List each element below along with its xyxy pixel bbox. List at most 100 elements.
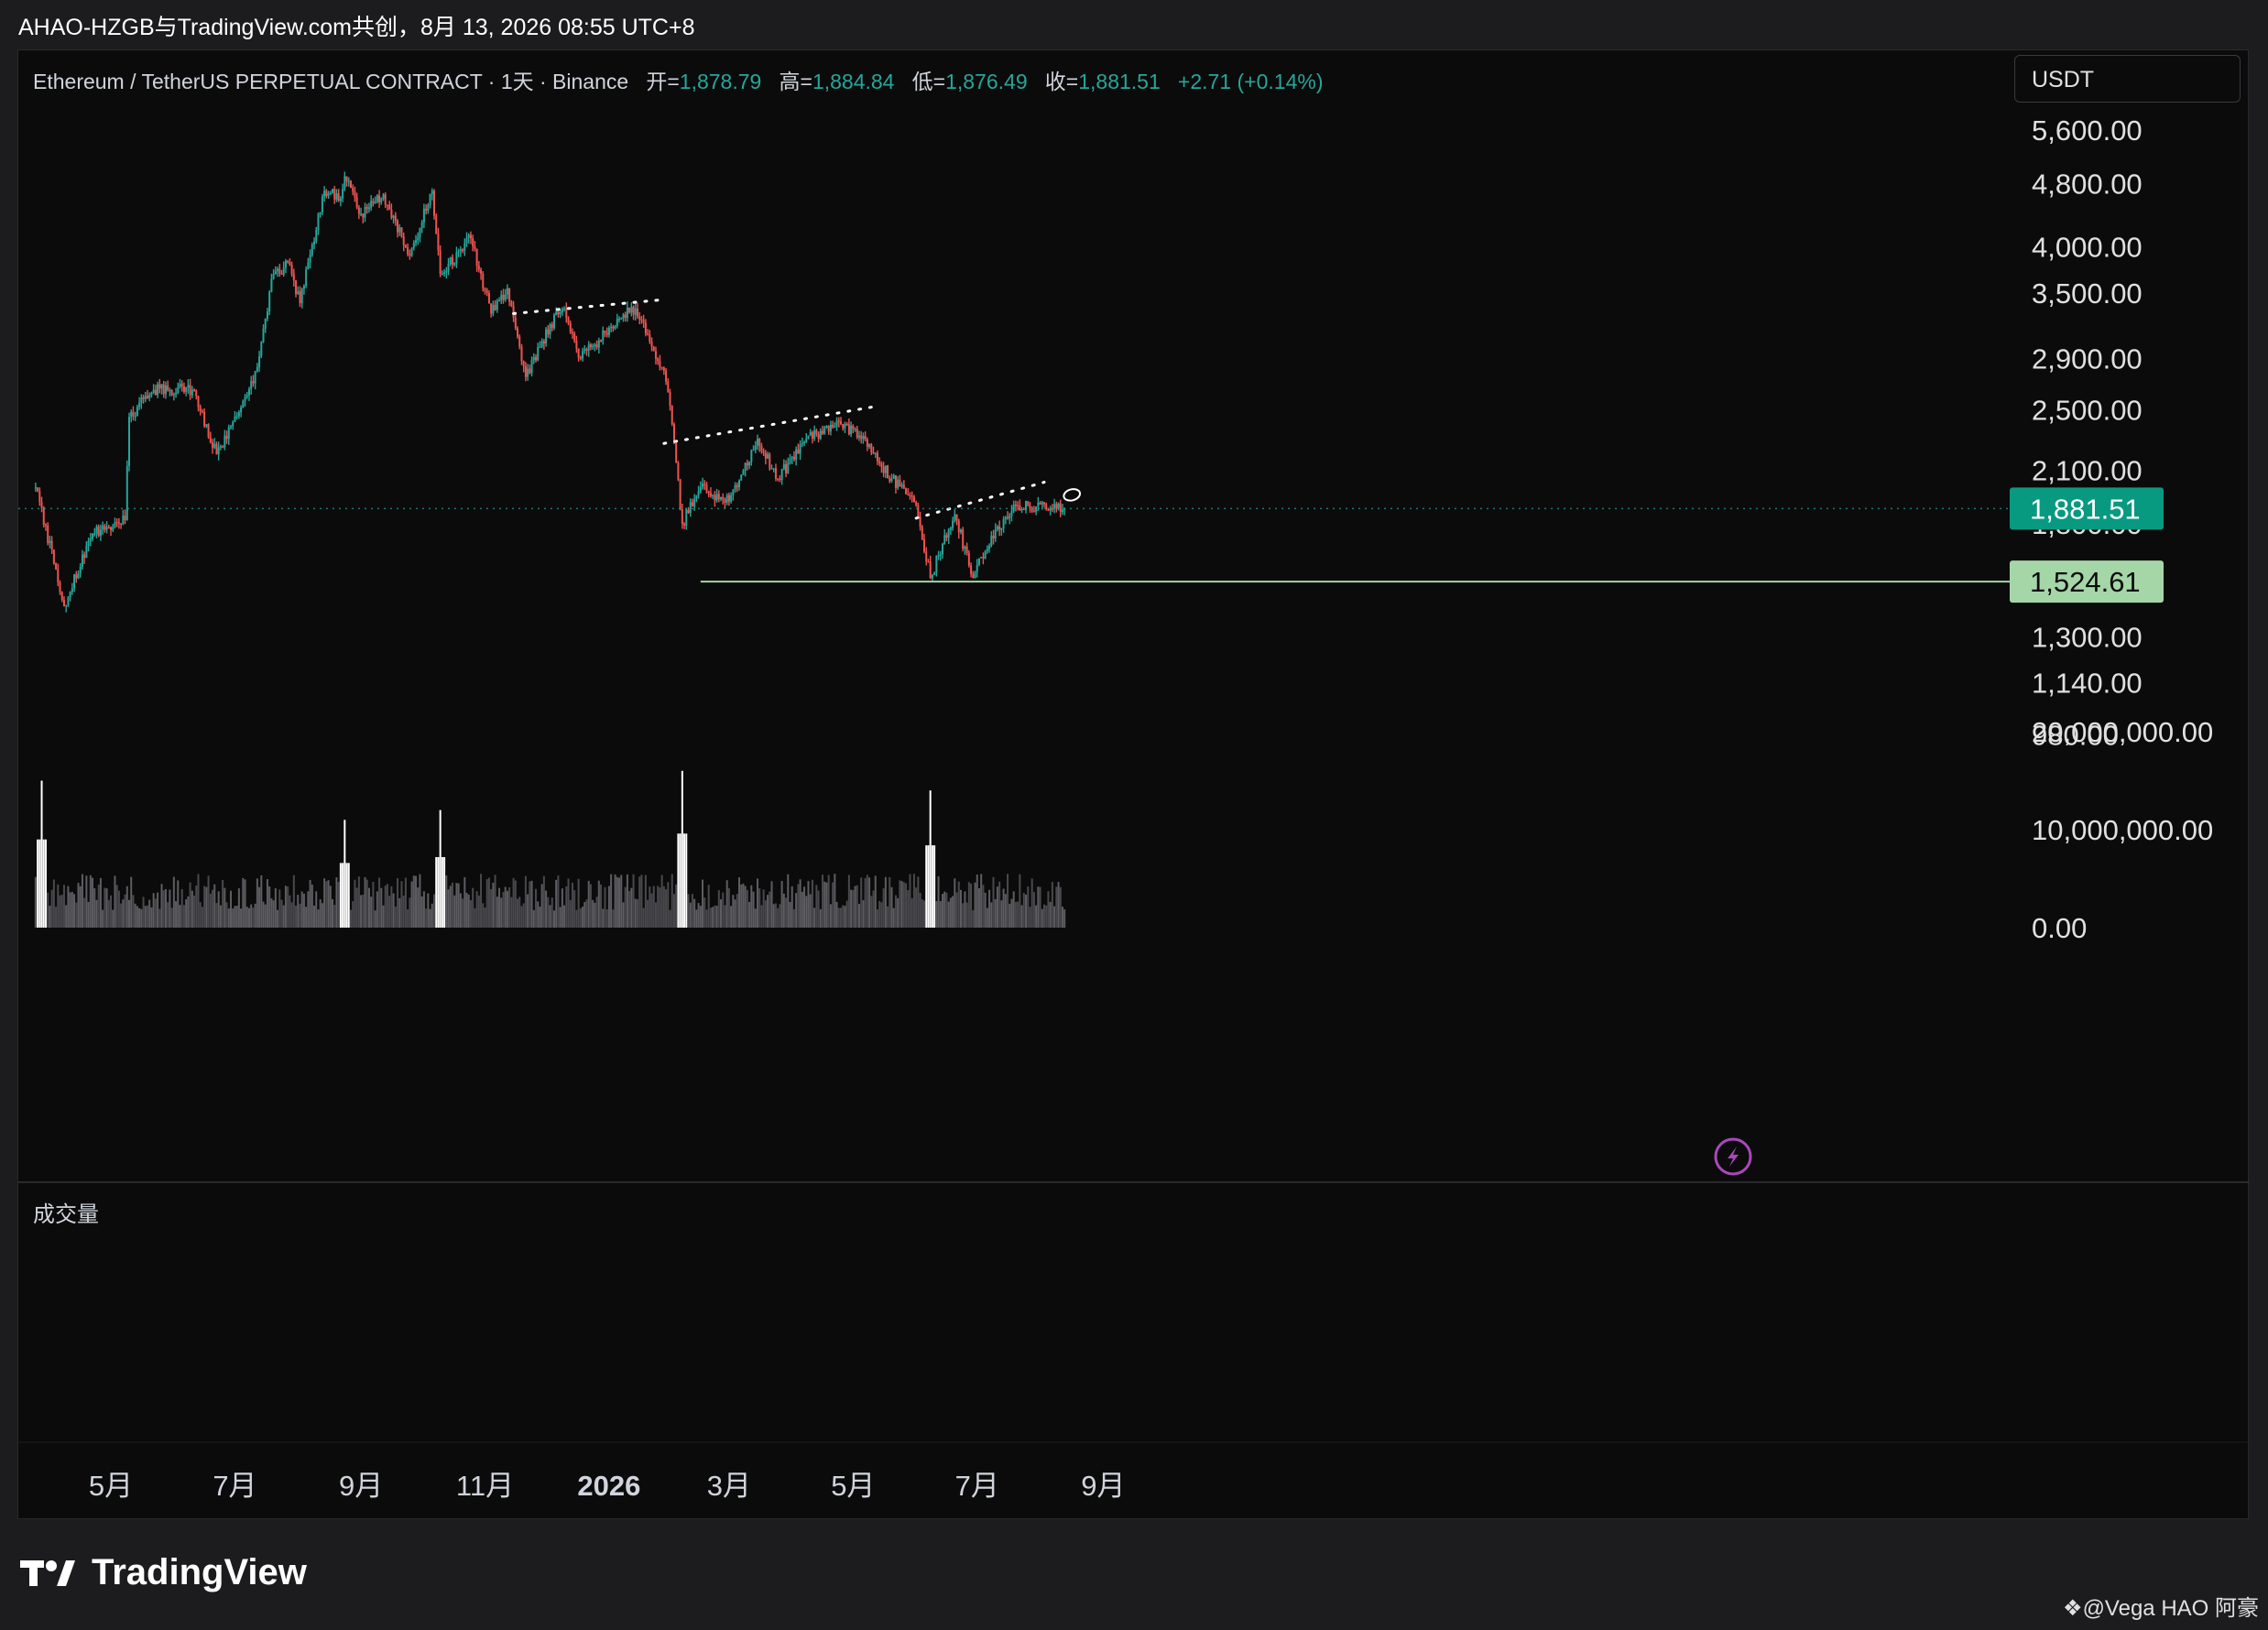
volume-bar xyxy=(998,881,1001,928)
candle-body xyxy=(844,423,846,429)
candle-body xyxy=(952,520,954,528)
candle-body xyxy=(1027,501,1030,505)
volume-bar xyxy=(652,886,655,928)
candle-body xyxy=(642,320,645,323)
currency-selector[interactable]: USDT xyxy=(2014,55,2241,103)
volume-bar xyxy=(720,899,723,928)
volume-bar xyxy=(767,895,769,928)
volume-bar xyxy=(453,895,456,928)
candle-body xyxy=(565,308,568,318)
candle-body xyxy=(180,384,183,387)
volume-bar xyxy=(689,902,692,928)
candle-body xyxy=(559,312,562,315)
volume-bar xyxy=(258,886,261,928)
candle-body xyxy=(339,198,342,201)
volume-bar xyxy=(942,894,943,928)
candle-body xyxy=(638,316,641,320)
candle-body xyxy=(884,465,887,473)
volume-bar xyxy=(736,894,738,928)
volume-bar xyxy=(827,875,830,928)
candle-body xyxy=(128,417,130,466)
volume-bar xyxy=(364,876,366,928)
volume-bar xyxy=(681,770,683,928)
candle-body xyxy=(492,304,495,314)
volume-bar xyxy=(725,880,728,928)
volume-bar xyxy=(205,886,208,928)
volume-bar xyxy=(402,896,405,928)
volume-bar xyxy=(943,891,946,928)
candle-body xyxy=(146,396,148,398)
volume-bar xyxy=(732,895,735,928)
candle-body xyxy=(264,318,267,329)
volume-bar xyxy=(907,890,910,928)
high-label: 高= xyxy=(779,70,812,93)
volume-bar xyxy=(437,856,440,928)
candle-body xyxy=(258,356,261,367)
volume-bar xyxy=(217,891,220,928)
candle-body xyxy=(967,553,970,566)
volume-bar xyxy=(60,895,63,928)
volume-bar xyxy=(179,905,181,928)
candle-body xyxy=(494,304,496,310)
candle-body xyxy=(463,243,466,251)
volume-bar xyxy=(323,878,326,928)
candle-body xyxy=(649,334,651,342)
chart-panel[interactable]: 5,600.00 4,800.00 4,000.00 3,500.00 2,900.00… xyxy=(17,49,2250,1520)
time-axis-label: 11月 xyxy=(456,1470,514,1502)
candle-body xyxy=(925,551,928,562)
volume-bar xyxy=(193,895,196,928)
volume-bar xyxy=(287,886,289,928)
candle-body xyxy=(730,494,733,502)
volume-bar xyxy=(637,898,638,928)
volume-bar xyxy=(602,908,605,928)
candle-body xyxy=(357,207,360,214)
candle-body xyxy=(360,213,363,215)
candle-body xyxy=(199,407,202,411)
candle-body xyxy=(899,479,901,487)
candle-body xyxy=(365,207,368,210)
candle-body xyxy=(277,268,279,271)
candle-body xyxy=(907,494,910,495)
candle-body xyxy=(665,370,668,382)
candle-body xyxy=(675,442,678,463)
volume-bar xyxy=(864,877,867,928)
lightning-bolt-icon xyxy=(1728,1146,1739,1167)
low-value: 1,876.49 xyxy=(945,70,1028,93)
candle-body xyxy=(374,201,376,203)
volume-bar xyxy=(207,875,210,928)
price-chart[interactable]: 5,600.00 4,800.00 4,000.00 3,500.00 2,900.00… xyxy=(18,50,2250,1520)
volume-bar xyxy=(115,885,118,928)
candle-body xyxy=(860,435,863,440)
tradingview-logo-icon xyxy=(20,1557,79,1588)
candle-body xyxy=(420,222,423,228)
volume-bar xyxy=(559,907,562,928)
volume-bar xyxy=(589,884,592,928)
candle-body xyxy=(628,307,631,313)
candle-body xyxy=(852,425,855,429)
volume-bar xyxy=(699,906,702,928)
candle-body xyxy=(1047,508,1050,511)
volume-bar xyxy=(125,886,128,928)
volume-bar xyxy=(789,901,791,928)
volume-bar xyxy=(134,903,136,928)
volume-bar xyxy=(551,897,553,928)
candle-body xyxy=(407,246,409,255)
volume-bar xyxy=(114,875,116,928)
volume-bar xyxy=(140,908,143,928)
candle-body xyxy=(791,456,793,459)
volume-bar xyxy=(42,839,45,928)
volume-bar xyxy=(628,891,631,928)
volume-bar xyxy=(455,883,458,928)
candle-body xyxy=(677,462,680,480)
volume-bar xyxy=(974,882,976,928)
candle-body xyxy=(1020,508,1023,511)
candle-body xyxy=(120,523,123,525)
volume-bar xyxy=(420,896,423,928)
volume-bar xyxy=(89,875,92,928)
volume-bar xyxy=(337,882,340,928)
volume-bar xyxy=(433,894,435,928)
candle-body xyxy=(714,494,716,501)
volume-bar xyxy=(945,892,948,928)
candle-body xyxy=(840,421,842,425)
candle-body xyxy=(332,189,333,193)
